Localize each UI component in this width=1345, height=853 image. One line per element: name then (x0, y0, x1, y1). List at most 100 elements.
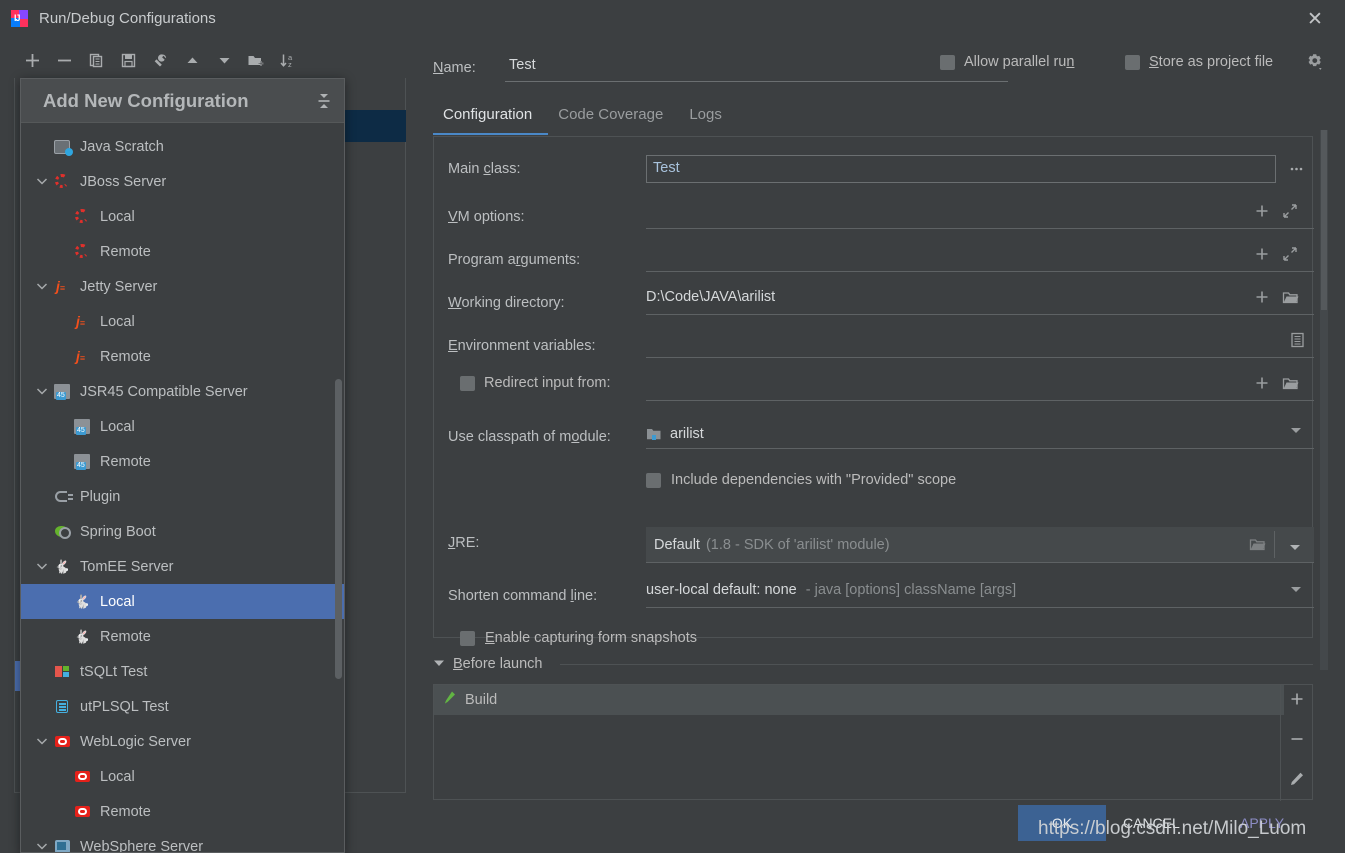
popup-title: Add New Configuration (43, 90, 314, 112)
use-classpath-of-module-combo[interactable]: arilist (646, 419, 1314, 449)
tree-item-tsqlt-test[interactable]: tSQLt Test (21, 654, 344, 689)
chevron-down-icon[interactable] (31, 842, 53, 851)
vm-options-input[interactable] (646, 199, 1314, 229)
enable-capturing-form-snapshots-checkbox[interactable]: Enable capturing form snapshots (460, 630, 697, 646)
tree-item-java-scratch[interactable]: Java Scratch (21, 129, 344, 164)
jre-dropdown-icon[interactable] (1288, 540, 1302, 556)
tab-logs[interactable]: Logs (679, 100, 738, 135)
jsr45-icon (73, 418, 93, 436)
include-provided-scope-checkbox[interactable]: Include dependencies with "Provided" sco… (646, 472, 956, 488)
sort-az-icon[interactable]: a z (272, 45, 304, 75)
collapse-all-icon[interactable] (314, 90, 334, 112)
tree-item-remote[interactable]: 🐇Remote (21, 619, 344, 654)
tree-item-remote[interactable]: Remote (21, 234, 344, 269)
tree-item-utplsql-test[interactable]: utPLSQL Test (21, 689, 344, 724)
main-class-input[interactable]: Test (646, 155, 1276, 183)
new-folder-icon[interactable] (240, 45, 272, 75)
configuration-type-tree[interactable]: Java ScratchJBoss ServerLocalRemotej≡Jet… (21, 123, 344, 853)
tree-item-remote[interactable]: Remote (21, 794, 344, 829)
tree-item-local[interactable]: Local (21, 409, 344, 444)
working-directory-controls[interactable] (1254, 289, 1299, 305)
tree-item-label: Local (100, 209, 135, 225)
tree-item-jsr45-compatible-server[interactable]: JSR45 Compatible Server (21, 374, 344, 409)
tomee-icon: 🐇 (73, 628, 93, 646)
main-class-browse-button[interactable] (1289, 161, 1305, 173)
plus-icon (1254, 246, 1270, 262)
vm-options-controls[interactable] (1254, 203, 1298, 219)
shorten-command-line-dropdown-icon[interactable] (1289, 584, 1303, 594)
tab-bar[interactable]: Configuration Code Coverage Logs (433, 100, 738, 135)
jboss-icon (53, 173, 73, 191)
tree-item-weblogic-server[interactable]: WebLogic Server (21, 724, 344, 759)
environment-variables-input[interactable] (646, 328, 1314, 358)
wrench-icon[interactable] (144, 45, 176, 75)
add-new-configuration-popup[interactable]: Add New Configuration Java ScratchJBoss … (20, 78, 345, 853)
popup-scrollbar[interactable] (335, 379, 342, 679)
tree-item-remote[interactable]: Remote (21, 444, 344, 479)
working-directory-input[interactable]: D:\Code\JAVA\arilist (646, 285, 1314, 315)
redirect-input-from-label: Redirect input from: (484, 375, 611, 391)
configurations-toolbar[interactable]: a z (16, 44, 304, 76)
redirect-input-from-controls[interactable] (1254, 375, 1299, 391)
tree-item-label: TomEE Server (80, 559, 173, 575)
chevron-down-icon[interactable] (31, 387, 53, 396)
redirect-input-from-input[interactable] (646, 371, 1314, 401)
shorten-command-line-combo[interactable]: user-local default: none - java [options… (646, 578, 1314, 608)
checkbox-box (646, 473, 661, 488)
tree-item-label: WebSphere Server (80, 839, 203, 853)
jsr45-icon (53, 383, 73, 401)
minus-icon[interactable] (1289, 731, 1305, 751)
before-launch-item-build[interactable]: Build (434, 685, 1284, 715)
tree-item-local[interactable]: Local (21, 199, 344, 234)
jetty-icon: j≡ (73, 348, 93, 366)
pencil-icon[interactable] (1289, 771, 1305, 791)
triangle-down-icon[interactable] (433, 656, 445, 672)
before-launch-header[interactable]: Before launch (433, 656, 1313, 672)
chevron-down-icon[interactable] (31, 562, 53, 571)
redirect-input-from-checkbox[interactable]: Redirect input from: (460, 375, 611, 391)
arrow-up-icon[interactable] (176, 45, 208, 75)
minus-icon[interactable] (48, 45, 80, 75)
tree-item-websphere-server[interactable]: WebSphere Server (21, 829, 344, 853)
tree-item-spring-boot[interactable]: Spring Boot (21, 514, 344, 549)
shorten-command-line-value: user-local default: none (646, 582, 797, 598)
tab-configuration[interactable]: Configuration (433, 100, 548, 135)
jre-combo[interactable]: Default (1.8 - SDK of 'arilist' module) (646, 527, 1314, 563)
arrow-down-icon[interactable] (208, 45, 240, 75)
tree-item-local[interactable]: 🐇Local (21, 584, 344, 619)
before-launch-list[interactable]: Build (433, 684, 1313, 800)
plus-icon[interactable] (1289, 691, 1305, 711)
copy-icon[interactable] (80, 45, 112, 75)
tree-item-remote[interactable]: j≡Remote (21, 339, 344, 374)
tab-code-coverage[interactable]: Code Coverage (548, 100, 679, 135)
chevron-down-icon[interactable] (31, 177, 53, 186)
gear-dropdown-icon[interactable] (1305, 52, 1325, 72)
use-classpath-dropdown-icon[interactable] (1289, 425, 1303, 435)
save-icon[interactable] (112, 45, 144, 75)
chevron-down-icon[interactable] (31, 282, 53, 291)
jboss-icon (73, 243, 93, 261)
name-input[interactable] (505, 52, 1008, 82)
spring-boot-icon (53, 523, 73, 541)
tree-item-plugin[interactable]: Plugin (21, 479, 344, 514)
weblogic-icon (53, 733, 73, 751)
tree-item-tomee-server[interactable]: 🐇TomEE Server (21, 549, 344, 584)
jre-folder-icon[interactable] (1249, 536, 1266, 556)
folder-icon (1282, 289, 1299, 305)
store-as-project-file-checkbox[interactable]: Store as project file (1125, 54, 1273, 70)
program-arguments-controls[interactable] (1254, 246, 1298, 262)
program-arguments-input[interactable] (646, 242, 1314, 272)
chevron-down-icon[interactable] (31, 737, 53, 746)
close-icon[interactable]: ✕ (1293, 4, 1337, 34)
build-hammer-icon (442, 690, 457, 710)
tree-item-local[interactable]: Local (21, 759, 344, 794)
tree-item-jetty-server[interactable]: j≡Jetty Server (21, 269, 344, 304)
checkbox-box (460, 631, 475, 646)
form-scrollbar-thumb[interactable] (1321, 130, 1327, 310)
allow-parallel-run-checkbox[interactable]: Allow parallel run (940, 54, 1074, 70)
before-launch-toolbar[interactable] (1280, 685, 1312, 801)
tree-item-local[interactable]: j≡Local (21, 304, 344, 339)
plus-icon[interactable] (16, 45, 48, 75)
tree-item-jboss-server[interactable]: JBoss Server (21, 164, 344, 199)
environment-variables-edit-button[interactable] (1290, 332, 1305, 348)
